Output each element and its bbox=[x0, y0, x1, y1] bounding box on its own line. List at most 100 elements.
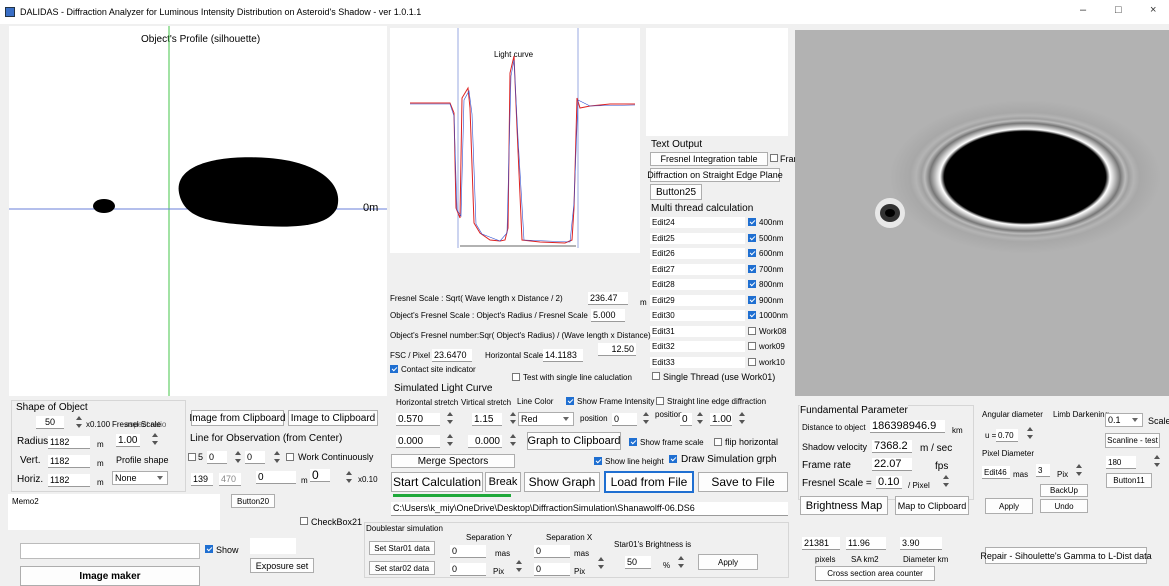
test-single-checkbox[interactable] bbox=[512, 373, 520, 381]
r2b-spinner[interactable] bbox=[508, 434, 518, 448]
u-spinner[interactable] bbox=[1025, 427, 1035, 441]
fresnel-spinner[interactable] bbox=[941, 475, 951, 489]
apply-angular-button[interactable]: Apply bbox=[985, 498, 1033, 514]
sepX2-field[interactable]: 0 bbox=[534, 563, 570, 576]
fresnel-field[interactable]: 0.10 bbox=[876, 476, 902, 489]
text-output-area[interactable] bbox=[646, 28, 788, 136]
l0a-spinner[interactable] bbox=[233, 451, 243, 465]
sepX-spinner[interactable] bbox=[596, 557, 606, 571]
v0b-field[interactable]: 0 bbox=[310, 469, 330, 482]
position-field-3[interactable]: 1.00 bbox=[710, 413, 732, 426]
repair-button[interactable]: Repair - Sihoulette's Gamma to L-Dist da… bbox=[980, 547, 1152, 564]
mt-edit[interactable]: Edit24 bbox=[650, 217, 745, 228]
mt-checkbox[interactable] bbox=[748, 326, 756, 335]
apply-double-button[interactable]: Apply bbox=[698, 554, 758, 570]
position-field-1[interactable]: 0 bbox=[612, 413, 637, 426]
sa-field[interactable]: 11.96 bbox=[846, 537, 886, 550]
mt-edit[interactable]: Edit26 bbox=[650, 248, 745, 259]
brightness-spinner[interactable] bbox=[676, 556, 686, 570]
set-star01-button[interactable]: Set Star01 data bbox=[369, 541, 435, 555]
linecolor-select[interactable]: Red bbox=[518, 412, 574, 426]
exposure-box[interactable] bbox=[250, 538, 296, 554]
button11[interactable]: Button11 bbox=[1106, 473, 1152, 488]
merge-spectors-button[interactable]: Merge Spectors bbox=[391, 454, 515, 468]
mt-checkbox[interactable] bbox=[748, 280, 756, 288]
velocity-field[interactable]: 7368.2 bbox=[872, 440, 912, 453]
pix-spinner[interactable] bbox=[1074, 464, 1084, 478]
mt-edit[interactable]: Edit32 bbox=[650, 341, 745, 352]
position-spinner-3[interactable] bbox=[737, 412, 747, 426]
v180-spinner[interactable] bbox=[1152, 455, 1162, 469]
set-star02-button[interactable]: Set star02 data bbox=[369, 561, 435, 575]
fresnel-scale-field[interactable]: 236.47 bbox=[588, 292, 628, 305]
flip-checkbox[interactable] bbox=[714, 438, 722, 446]
brightness-map-canvas[interactable] bbox=[795, 30, 1169, 396]
mt-checkbox[interactable] bbox=[748, 311, 756, 319]
brightness-field[interactable]: 50 bbox=[625, 556, 651, 569]
button20[interactable]: Button20 bbox=[231, 494, 275, 508]
mt-edit[interactable]: Edit27 bbox=[650, 263, 745, 275]
backup-button[interactable]: BackUp bbox=[1040, 484, 1088, 497]
start-calculation-button[interactable]: Start Calculation bbox=[391, 472, 483, 492]
edit46-field[interactable]: Edit46 bbox=[982, 466, 1010, 479]
graph-clipboard-button[interactable]: Graph to Clipboard bbox=[527, 432, 621, 450]
mt-checkbox[interactable] bbox=[748, 218, 756, 226]
image-maker-input[interactable] bbox=[20, 543, 200, 559]
image-maker-button[interactable]: Image maker bbox=[20, 566, 200, 586]
l0a-field[interactable]: 0 bbox=[207, 451, 227, 464]
diffraction-button[interactable]: Diffraction on Straight Edge Plane bbox=[647, 168, 783, 182]
mt-checkbox[interactable] bbox=[748, 357, 756, 366]
position-spinner-2[interactable] bbox=[695, 412, 705, 426]
file-path-field[interactable]: C:\Users\k_miy\OneDrive\Desktop\Diffract… bbox=[391, 502, 788, 516]
frame-checkbox[interactable] bbox=[770, 154, 778, 162]
mt-edit[interactable]: Edit25 bbox=[650, 232, 745, 244]
work-continuously-checkbox[interactable] bbox=[286, 453, 294, 461]
v1250-field[interactable]: 12.50 bbox=[598, 343, 636, 356]
mt-checkbox[interactable] bbox=[748, 342, 756, 350]
show-line-height-checkbox[interactable] bbox=[594, 457, 602, 465]
load-from-file-button[interactable]: Load from File bbox=[604, 471, 694, 493]
cross-section-button[interactable]: Cross section area counter bbox=[815, 566, 935, 581]
scanline-test-button[interactable]: Scanline - test bbox=[1105, 433, 1160, 448]
sepX1-field[interactable]: 0 bbox=[534, 545, 570, 558]
mt-edit[interactable]: Edit30 bbox=[650, 310, 745, 321]
r2b-field[interactable]: 0.000 bbox=[468, 435, 502, 448]
sepY2-field[interactable]: 0 bbox=[450, 563, 486, 576]
undo-button[interactable]: Undo bbox=[1040, 499, 1088, 513]
v180-field[interactable]: 180 bbox=[1106, 456, 1136, 469]
distance-field[interactable]: 186398946.9 bbox=[870, 420, 945, 433]
radius-field[interactable]: 1182 bbox=[48, 436, 90, 449]
pix-field[interactable]: 3 bbox=[1036, 464, 1050, 477]
sepY1-field[interactable]: 0 bbox=[450, 545, 486, 558]
profile-shape-select[interactable]: None bbox=[112, 471, 168, 485]
save-to-file-button[interactable]: Save to File bbox=[698, 472, 788, 492]
vstretch-spinner[interactable] bbox=[508, 412, 518, 426]
frame-rate-field[interactable]: 22.07 bbox=[872, 458, 912, 471]
vstretch-field[interactable]: 1.15 bbox=[472, 413, 502, 426]
mt-checkbox[interactable] bbox=[748, 264, 756, 273]
v139-field[interactable]: 139 bbox=[191, 473, 213, 486]
checkbox21[interactable] bbox=[300, 517, 308, 525]
mt-edit[interactable]: Edit33 bbox=[650, 356, 745, 368]
mt-checkbox[interactable] bbox=[748, 295, 756, 304]
mt-edit[interactable]: Edit28 bbox=[650, 279, 745, 290]
v50-spinner[interactable] bbox=[74, 416, 84, 430]
image-from-clipboard-button[interactable]: Image from Clipboard bbox=[189, 410, 286, 426]
close-icon[interactable]: × bbox=[1150, 4, 1156, 16]
exposure-set-button[interactable]: Exposure set bbox=[250, 558, 314, 573]
map-clipboard-button[interactable]: Map to Clipboard bbox=[895, 496, 969, 515]
mt-edit[interactable]: Edit29 bbox=[650, 294, 745, 306]
scale-select[interactable]: 0.1 bbox=[1105, 413, 1143, 427]
r2a-field[interactable]: 0.000 bbox=[396, 435, 440, 448]
show-checkbox[interactable] bbox=[205, 545, 213, 553]
break-button[interactable]: Break bbox=[485, 472, 521, 492]
u-field[interactable]: 0.70 bbox=[996, 429, 1018, 442]
image-to-clipboard-button[interactable]: Image to Clipboard bbox=[288, 410, 378, 426]
pixels-field[interactable]: 21381 bbox=[802, 537, 840, 550]
mt-checkbox[interactable] bbox=[748, 249, 756, 257]
fresnel-table-button[interactable]: Fresnel Integration table bbox=[650, 152, 768, 166]
sepY-spinner[interactable] bbox=[514, 560, 524, 574]
ratio-field[interactable]: 1.00 bbox=[116, 434, 140, 447]
v0b-spinner[interactable] bbox=[344, 471, 354, 485]
l0b-spinner[interactable] bbox=[272, 451, 282, 465]
